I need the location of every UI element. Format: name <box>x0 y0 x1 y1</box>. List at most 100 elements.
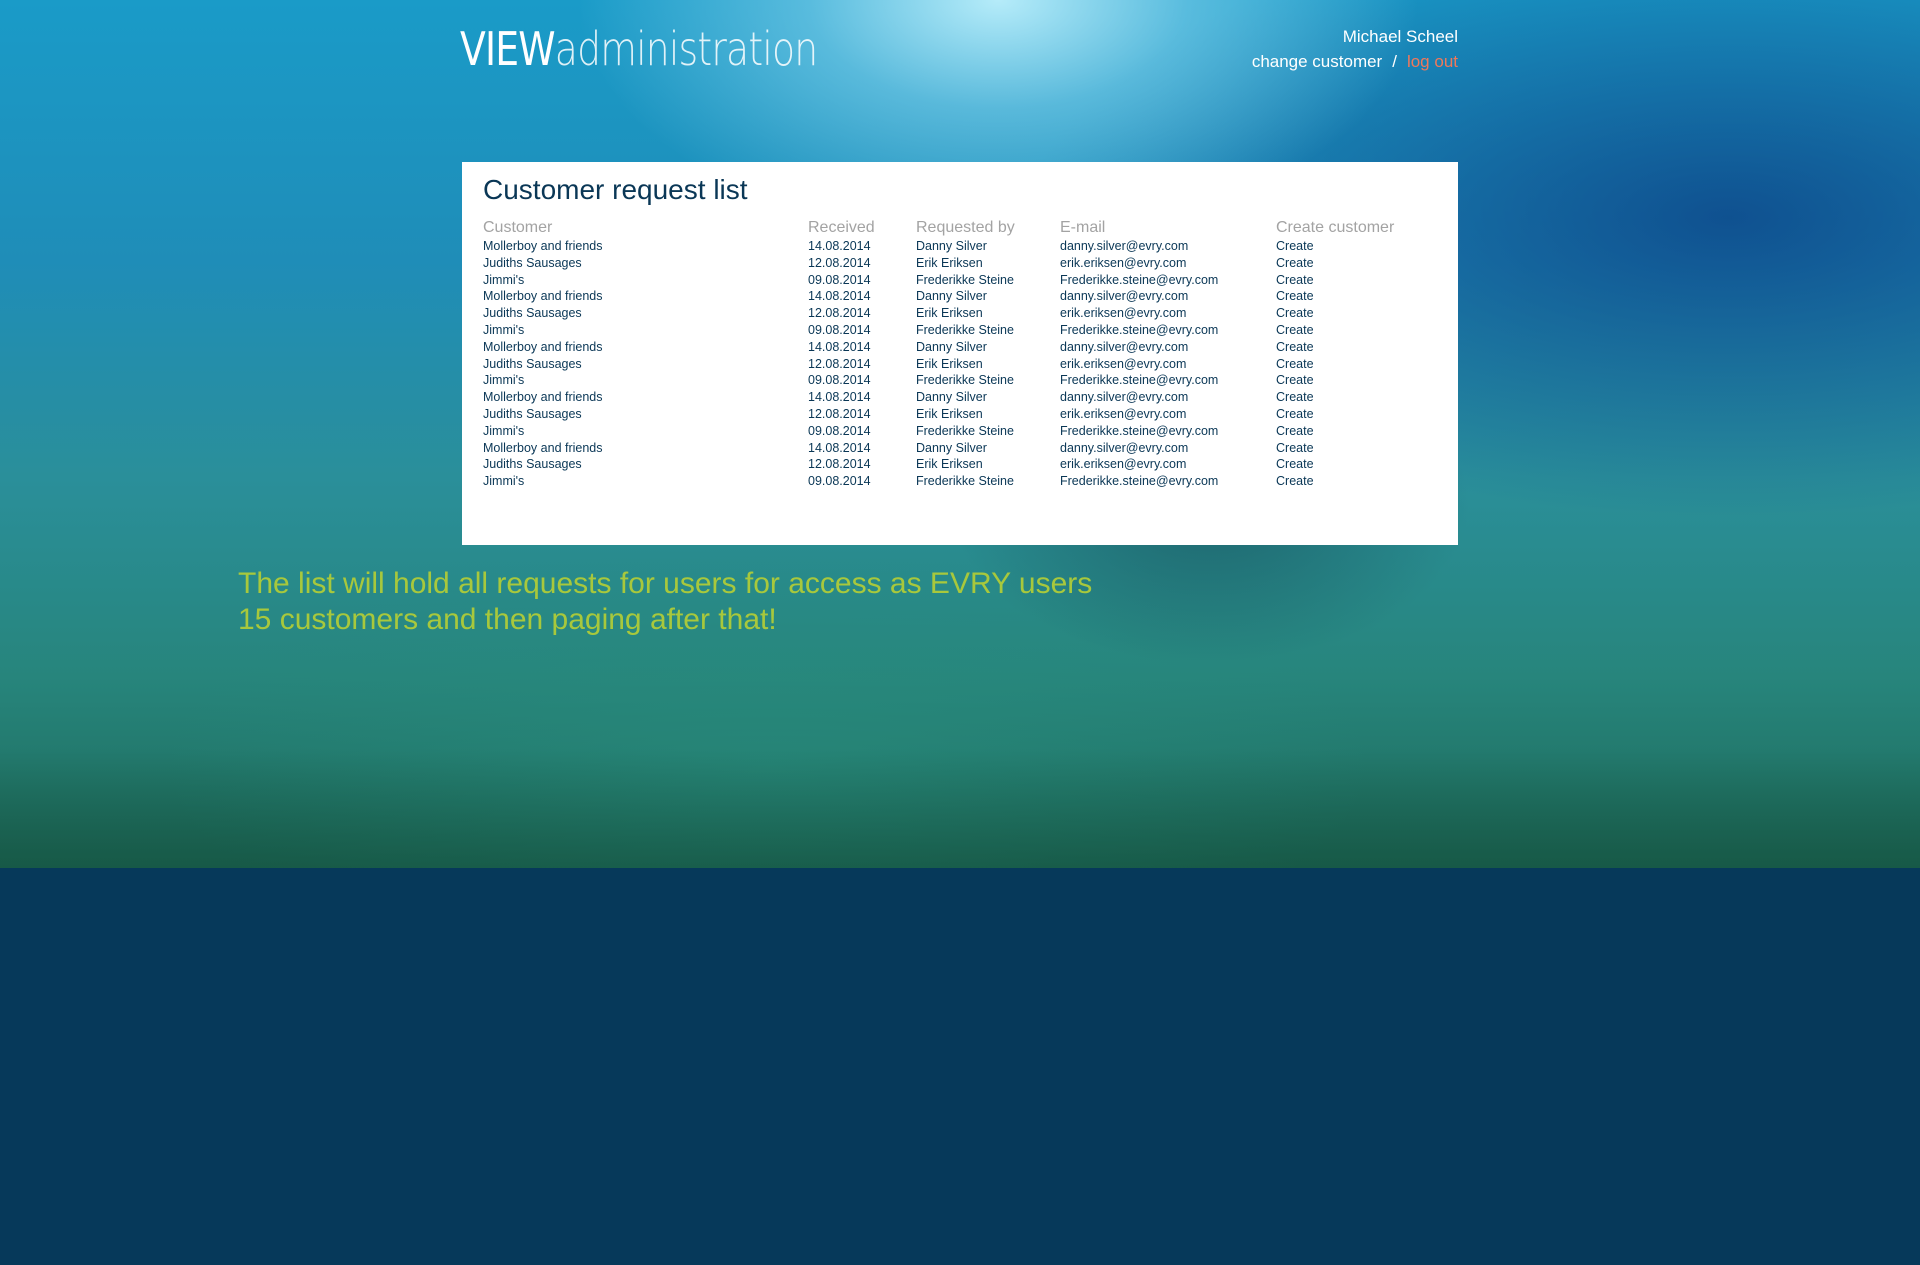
column-requested-by-header: Requested by <box>916 219 1015 236</box>
customer-name-cell: Mollerboy and friends <box>483 339 603 354</box>
received-date-cell: 14.08.2014 <box>808 289 871 304</box>
user-area: Michael Scheel change customer / log out <box>1252 27 1458 72</box>
customer-name-cell: Mollerboy and friends <box>483 289 603 304</box>
received-date-cell: 12.08.2014 <box>808 306 871 321</box>
table-row: Jimmi's 09.08.2014 Frederikke Steine Freder… <box>483 272 1438 289</box>
received-date-cell: 12.08.2014 <box>808 406 871 421</box>
table-row: Judiths Sausages 12.08.2014 Erik Eriksen er… <box>483 356 1438 373</box>
table-header-row: Customer Received Requested by E-mail Create… <box>483 218 1438 238</box>
create-link-cell[interactable]: Create <box>1276 339 1438 356</box>
received-date-cell: 09.08.2014 <box>808 272 871 287</box>
customer-name-cell: Jimmi's <box>483 272 525 287</box>
column-create-customer-header: Create customer <box>1276 219 1395 236</box>
change-customer-link[interactable]: change customer <box>1252 52 1382 71</box>
user-name: Michael Scheel <box>1342 27 1458 46</box>
customer-name-cell: Jimmi's <box>483 423 525 438</box>
table-row: Mollerboy and friends 14.08.2014 Danny Sil… <box>483 440 1438 457</box>
customer-request-table: Customer Received Requested by E-mail Create… <box>483 218 1438 490</box>
table-row: Jimmi's 09.08.2014 Frederikke Steine Freder… <box>483 423 1438 440</box>
requested-by-cell: Erik Eriksen <box>916 255 983 270</box>
column-customer-header: Customer <box>483 219 553 236</box>
email-cell: Frederikke.steine@evry.com <box>1060 373 1219 388</box>
table-row: Jimmi's 09.08.2014 Frederikke Steine Freder… <box>483 322 1438 339</box>
requested-by-cell: Frederikke Steine <box>916 373 1014 388</box>
requested-by-cell: Frederikke Steine <box>916 474 1014 489</box>
email-cell: Frederikke.steine@evry.com <box>1060 423 1219 438</box>
requested-by-cell: Danny Silver <box>916 239 987 253</box>
create-link-cell[interactable]: Create <box>1276 389 1438 406</box>
table-body: Mollerboy and friends 14.08.2014 Danny Sil… <box>483 238 1438 490</box>
note-line-2: 15 customers and then paging after that! <box>238 603 777 636</box>
requested-by-cell: Erik Eriksen <box>916 356 983 371</box>
table-row: Judiths Sausages 12.08.2014 Erik Eriksen er… <box>483 305 1438 322</box>
received-date-cell: 12.08.2014 <box>808 457 871 472</box>
received-date-cell: 14.08.2014 <box>808 390 871 405</box>
table-row: Judiths Sausages 12.08.2014 Erik Eriksen er… <box>483 456 1438 473</box>
table-row: Judiths Sausages 12.08.2014 Erik Eriksen er… <box>483 406 1438 423</box>
email-cell: erik.eriksen@evry.com <box>1060 306 1187 321</box>
email-cell: erik.eriksen@evry.com <box>1060 406 1187 421</box>
table-row: Jimmi's 09.08.2014 Frederikke Steine Freder… <box>483 473 1438 490</box>
customer-name-cell: Mollerboy and friends <box>483 390 603 405</box>
customer-name-cell: Judiths Sausages <box>483 406 582 421</box>
create-link-cell[interactable]: Create <box>1276 238 1438 255</box>
customer-name-cell: Judiths Sausages <box>483 255 582 270</box>
table-row: Mollerboy and friends 14.08.2014 Danny Sil… <box>483 339 1438 356</box>
received-date-cell: 14.08.2014 <box>808 239 871 253</box>
requested-by-cell: Frederikke Steine <box>916 322 1014 337</box>
customer-name-cell: Jimmi's <box>483 322 525 337</box>
customer-name-cell: Jimmi's <box>483 373 525 388</box>
logo-light-text: administration <box>554 22 818 76</box>
table-row: Jimmi's 09.08.2014 Frederikke Steine Freder… <box>483 372 1438 389</box>
table-row: Judiths Sausages 12.08.2014 Erik Eriksen er… <box>483 255 1438 272</box>
requested-by-cell: Danny Silver <box>916 339 987 354</box>
email-cell: erik.eriksen@evry.com <box>1060 255 1187 270</box>
email-cell: danny.silver@evry.com <box>1060 440 1189 455</box>
create-link-cell[interactable]: Create <box>1276 406 1438 423</box>
customer-request-panel: Customer request list Customer Received Re… <box>462 162 1458 545</box>
requested-by-cell: Frederikke Steine <box>916 272 1014 287</box>
received-date-cell: 09.08.2014 <box>808 373 871 388</box>
create-link-cell[interactable]: Create <box>1276 456 1438 473</box>
email-cell: erik.eriksen@evry.com <box>1060 457 1187 472</box>
received-date-cell: 12.08.2014 <box>808 356 871 371</box>
create-link-cell[interactable]: Create <box>1276 423 1438 440</box>
received-date-cell: 09.08.2014 <box>808 423 871 438</box>
email-cell: Frederikke.steine@evry.com <box>1060 272 1219 287</box>
create-link-cell[interactable]: Create <box>1276 255 1438 272</box>
received-date-cell: 14.08.2014 <box>808 339 871 354</box>
create-link-cell[interactable]: Create <box>1276 288 1438 305</box>
requested-by-cell: Danny Silver <box>916 440 987 455</box>
logo-bold-text: VIEW <box>460 22 556 76</box>
requested-by-cell: Erik Eriksen <box>916 306 983 321</box>
table-row: Mollerboy and friends 14.08.2014 Danny Sil… <box>483 389 1438 406</box>
create-link-cell[interactable]: Create <box>1276 372 1438 389</box>
requested-by-cell: Erik Eriksen <box>916 406 983 421</box>
create-link-cell[interactable]: Create <box>1276 440 1438 457</box>
annotation-note: The list will hold all requests for user… <box>238 566 1092 638</box>
email-cell: danny.silver@evry.com <box>1060 390 1189 405</box>
requested-by-cell: Frederikke Steine <box>916 423 1014 438</box>
requested-by-cell: Danny Silver <box>916 390 987 405</box>
logout-link[interactable]: log out <box>1407 52 1458 71</box>
panel-title: Customer request list <box>483 174 748 205</box>
column-received-header: Received <box>808 219 875 236</box>
email-cell: Frederikke.steine@evry.com <box>1060 474 1219 489</box>
requested-by-cell: Erik Eriksen <box>916 457 983 472</box>
create-link-cell[interactable]: Create <box>1276 356 1438 373</box>
customer-name-cell: Judiths Sausages <box>483 306 582 321</box>
create-link-cell[interactable]: Create <box>1276 322 1438 339</box>
app-logo: VIEWadministration <box>460 22 818 76</box>
customer-name-cell: Judiths Sausages <box>483 457 582 472</box>
create-link-cell[interactable]: Create <box>1276 305 1438 322</box>
received-date-cell: 09.08.2014 <box>808 322 871 337</box>
customer-name-cell: Judiths Sausages <box>483 356 582 371</box>
email-cell: Frederikke.steine@evry.com <box>1060 322 1219 337</box>
email-cell: erik.eriksen@evry.com <box>1060 356 1187 371</box>
table-row: Mollerboy and friends 14.08.2014 Danny Sil… <box>483 288 1438 305</box>
table-row: Mollerboy and friends 14.08.2014 Danny Sil… <box>483 238 1438 255</box>
link-separator: / <box>1392 52 1397 71</box>
create-link-cell[interactable]: Create <box>1276 473 1438 490</box>
received-date-cell: 12.08.2014 <box>808 255 871 270</box>
create-link-cell[interactable]: Create <box>1276 272 1438 289</box>
